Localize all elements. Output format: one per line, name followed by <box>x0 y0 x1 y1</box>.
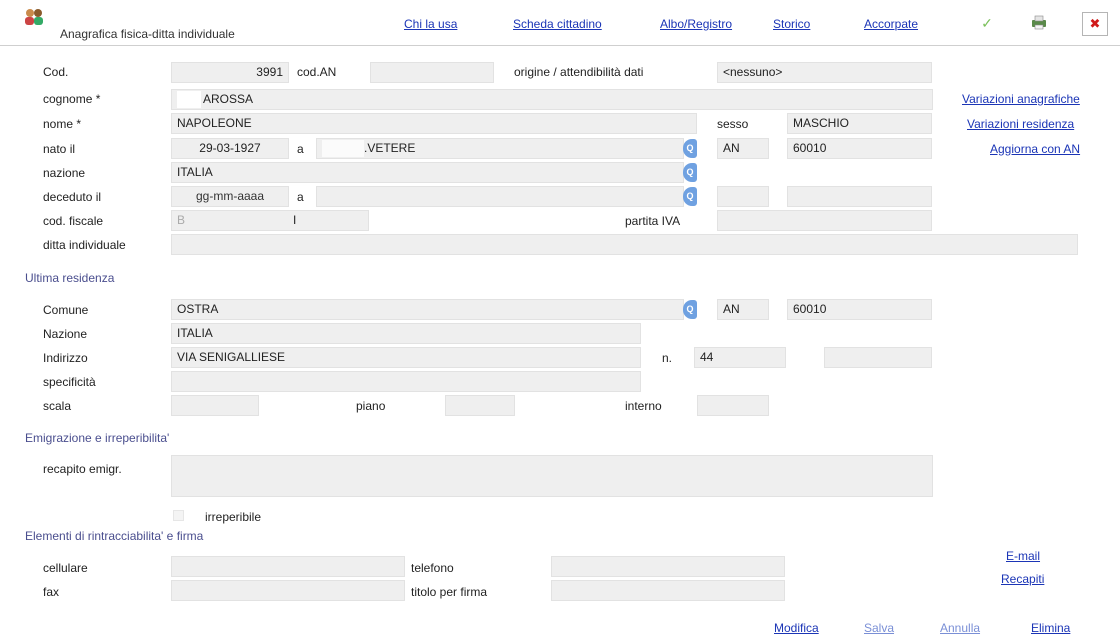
cod-an-label: cod.AN <box>297 65 337 79</box>
close-icon[interactable]: ✖ <box>1082 12 1108 36</box>
tab-scheda-cittadino[interactable]: Scheda cittadino <box>513 17 602 31</box>
search-icon[interactable]: Q <box>683 139 697 158</box>
nato-place-field[interactable]: .VETERE <box>316 138 684 159</box>
titolo-firma-label: titolo per firma <box>411 585 488 599</box>
numero-extra-field[interactable] <box>824 347 932 368</box>
recapiti-link[interactable]: Recapiti <box>1001 572 1044 586</box>
rintracciabilita-heading: Elementi di rintracciabilita' e firma <box>25 529 204 543</box>
scala-label: scala <box>43 399 72 413</box>
cod-field[interactable]: 3991 <box>171 62 289 83</box>
fax-field[interactable] <box>171 580 405 601</box>
deceduto-date-field[interactable]: gg-mm-aaaa <box>171 186 289 207</box>
cellulare-field[interactable] <box>171 556 405 577</box>
sesso-select[interactable]: MASCHIO <box>787 113 932 134</box>
ditta-individuale-label: ditta individuale <box>43 238 126 252</box>
tab-storico[interactable]: Storico <box>773 17 810 31</box>
nato-date-field[interactable]: 29-03-1927 <box>171 138 289 159</box>
fax-label: fax <box>43 585 60 599</box>
ditta-individuale-field[interactable] <box>171 234 1078 255</box>
annulla-button[interactable]: Annulla <box>940 621 980 635</box>
salva-button[interactable]: Salva <box>864 621 894 635</box>
comune-cap-field[interactable]: 60010 <box>787 299 932 320</box>
numero-field[interactable]: 44 <box>694 347 786 368</box>
origine-label: origine / attendibilità dati <box>514 65 644 79</box>
comune-prov-field[interactable]: AN <box>717 299 769 320</box>
nazione-label: nazione <box>43 166 86 180</box>
nato-prov-field[interactable]: AN <box>717 138 769 159</box>
checkmark-icon[interactable]: ✓ <box>978 14 996 32</box>
nato-label: nato il <box>43 142 76 156</box>
email-link[interactable]: E-mail <box>1006 549 1040 563</box>
deceduto-prov-field[interactable] <box>717 186 769 207</box>
telefono-label: telefono <box>411 561 454 575</box>
irreperibile-label: irreperibile <box>205 510 262 524</box>
indirizzo-label: Indirizzo <box>43 351 88 365</box>
variazioni-anagrafiche-link[interactable]: Variazioni anagrafiche <box>962 92 1080 106</box>
tab-accorpate[interactable]: Accorpate <box>864 17 918 31</box>
recapito-emigr-label: recapito emigr. <box>43 462 122 476</box>
nato-cap-field[interactable]: 60010 <box>787 138 932 159</box>
recapito-emigr-field[interactable] <box>171 455 933 497</box>
cognome-value: AROSSA <box>203 92 254 106</box>
window-title: Anagrafica fisica-ditta individuale <box>60 27 235 41</box>
scala-field[interactable] <box>171 395 259 416</box>
nome-label: nome * <box>43 117 82 131</box>
elimina-button[interactable]: Elimina <box>1031 621 1070 635</box>
interno-field[interactable] <box>697 395 769 416</box>
people-icon <box>24 8 44 26</box>
sesso-label: sesso <box>717 117 749 131</box>
nazione-field[interactable]: ITALIA <box>171 162 684 183</box>
specificita-field[interactable] <box>171 371 641 392</box>
codice-fiscale-suffix: I <box>293 213 297 227</box>
cellulare-label: cellulare <box>43 561 88 575</box>
codice-fiscale-field[interactable]: BI <box>171 210 369 231</box>
deceduto-label: deceduto il <box>43 190 102 204</box>
ultima-residenza-heading: Ultima residenza <box>25 271 115 285</box>
indirizzo-field[interactable]: VIA SENIGALLIESE <box>171 347 641 368</box>
nato-place-value: .VETERE <box>364 141 416 155</box>
origine-select[interactable]: <nessuno> <box>717 62 932 83</box>
partita-iva-label: partita IVA <box>625 214 681 228</box>
toolbar: Anagrafica fisica-ditta individuale Chi … <box>0 0 1120 46</box>
deceduto-a-label: a <box>297 190 304 204</box>
telefono-field[interactable] <box>551 556 785 577</box>
numero-label: n. <box>662 351 673 365</box>
variazioni-residenza-link[interactable]: Variazioni residenza <box>967 117 1074 131</box>
piano-field[interactable] <box>445 395 515 416</box>
irreperibile-checkbox[interactable] <box>173 510 184 521</box>
search-icon[interactable]: Q <box>683 300 697 319</box>
modifica-button[interactable]: Modifica <box>774 621 819 635</box>
search-icon[interactable]: Q <box>683 163 697 182</box>
comune-field[interactable]: OSTRA <box>171 299 684 320</box>
aggiorna-con-an-link[interactable]: Aggiorna con AN <box>990 142 1080 156</box>
codice-fiscale-value: B <box>177 213 186 227</box>
nome-field[interactable]: NAPOLEONE <box>171 113 697 134</box>
titolo-firma-field[interactable] <box>551 580 785 601</box>
tab-albo-registro[interactable]: Albo/Registro <box>660 17 732 31</box>
nato-a-label: a <box>297 142 304 156</box>
emigrazione-heading: Emigrazione e irreperibilita' <box>25 431 170 445</box>
partita-iva-field[interactable] <box>717 210 932 231</box>
deceduto-place-field[interactable] <box>316 186 684 207</box>
deceduto-cap-field[interactable] <box>787 186 932 207</box>
cognome-field[interactable]: AROSSA <box>171 89 933 110</box>
specificita-label: specificità <box>43 375 96 389</box>
residenza-nazione-field[interactable]: ITALIA <box>171 323 641 344</box>
comune-label: Comune <box>43 303 89 317</box>
cod-an-field[interactable] <box>370 62 494 83</box>
cognome-label: cognome * <box>43 92 101 106</box>
piano-label: piano <box>356 399 386 413</box>
interno-label: interno <box>625 399 662 413</box>
residenza-nazione-label: Nazione <box>43 327 88 341</box>
tab-chi-la-usa[interactable]: Chi la usa <box>404 17 457 31</box>
cod-label: Cod. <box>43 65 69 79</box>
search-icon[interactable]: Q <box>683 187 697 206</box>
codice-fiscale-label: cod. fiscale <box>43 214 104 228</box>
printer-icon[interactable] <box>1030 14 1048 32</box>
